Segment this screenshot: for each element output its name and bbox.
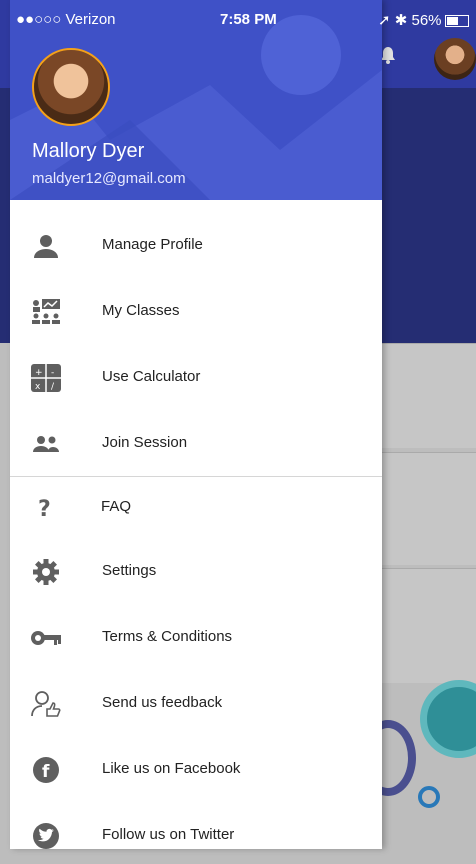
- calculator-icon: + - x /: [31, 364, 61, 392]
- menu-item-label: Follow us on Twitter: [102, 826, 235, 843]
- profile-name: Mallory Dyer: [32, 140, 145, 162]
- svg-text:f: f: [42, 762, 50, 782]
- menu-item-label: Settings: [102, 562, 157, 579]
- profile-email: maldyer12@gmail.com: [32, 170, 186, 187]
- background-card: [382, 568, 476, 683]
- menu-item-label: My Classes: [102, 302, 180, 319]
- svg-text:+: +: [35, 368, 43, 378]
- svg-text:x: x: [35, 382, 41, 392]
- navigation-drawer: Mallory Dyer maldyer12@gmail.com Manage …: [10, 0, 382, 849]
- bell-icon[interactable]: [380, 46, 396, 64]
- menu-item-label: Like us on Facebook: [102, 760, 241, 777]
- carrier-label: ●●○○○ Verizon: [16, 11, 116, 28]
- background-card: [382, 452, 476, 565]
- question-icon: ?: [38, 497, 51, 522]
- status-bar: ●●○○○ Verizon 7:58 PM ➚ ✱ 56%: [0, 0, 476, 38]
- menu-item-use-calculator[interactable]: + - x / Use Calculator: [10, 350, 382, 406]
- svg-text:-: -: [51, 368, 54, 378]
- menu-item-twitter[interactable]: Follow us on Twitter: [10, 808, 382, 864]
- feedback-icon: [31, 691, 61, 717]
- menu-item-my-classes[interactable]: My Classes: [10, 284, 382, 340]
- twitter-icon: [33, 823, 59, 849]
- gear-icon: [33, 559, 59, 585]
- background-card: [382, 343, 476, 448]
- menu-item-faq[interactable]: ? FAQ: [10, 480, 382, 536]
- group-icon: [33, 436, 59, 452]
- decorative-dot: [418, 786, 440, 808]
- facebook-icon: f: [33, 757, 59, 783]
- status-right: ➚ ✱ 56%: [378, 11, 469, 29]
- battery-percent: 56%: [411, 12, 442, 29]
- menu-item-terms[interactable]: Terms & Conditions: [10, 610, 382, 666]
- avatar[interactable]: [434, 38, 476, 80]
- menu-item-join-session[interactable]: Join Session: [10, 416, 382, 472]
- decorative-circle: [420, 680, 476, 758]
- svg-text:?: ?: [38, 497, 51, 522]
- menu-item-manage-profile[interactable]: Manage Profile: [10, 218, 382, 274]
- menu-item-label: Send us feedback: [102, 694, 223, 711]
- menu-item-label: Use Calculator: [102, 368, 201, 385]
- menu-item-settings[interactable]: Settings: [10, 544, 382, 600]
- menu-item-label: Join Session: [102, 434, 188, 451]
- menu-item-label: Manage Profile: [102, 236, 203, 253]
- menu-item-facebook[interactable]: f Like us on Facebook: [10, 742, 382, 798]
- key-icon: [31, 631, 61, 645]
- status-time: 7:58 PM: [220, 11, 277, 28]
- person-icon: [34, 235, 58, 258]
- menu-item-label: Terms & Conditions: [102, 628, 233, 645]
- battery-icon: [444, 15, 469, 28]
- menu-item-label: FAQ: [101, 498, 132, 515]
- menu-divider: [10, 476, 382, 477]
- profile-avatar[interactable]: [32, 48, 110, 126]
- menu-item-feedback[interactable]: Send us feedback: [10, 676, 382, 732]
- classroom-icon: [32, 299, 60, 324]
